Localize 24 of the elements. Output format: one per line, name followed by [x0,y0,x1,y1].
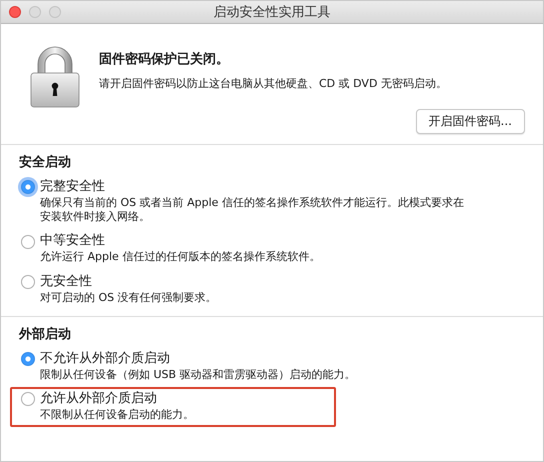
section-heading: 外部启动 [19,326,72,343]
section-heading: 安全启动 [19,154,72,171]
option-label: 无安全性 [40,274,92,291]
option-label: 完整安全性 [40,179,105,196]
option-description: 不限制从任何设备启动的能力。 [40,408,194,422]
enable-firmware-password-button[interactable]: 开启固件密码... [416,109,525,134]
radio-button[interactable] [21,392,35,406]
option-label: 允许从外部介质启动 [40,391,157,408]
zoom-button[interactable] [49,6,61,18]
radio-button[interactable] [21,275,35,290]
option-description: 对可启动的 OS 没有任何强制要求。 [40,290,218,305]
option-label: 不允许从外部介质启动 [40,350,170,368]
option-description: 允许运行 Apple 信任过的任何版本的签名操作系统软件。 [40,250,322,265]
padlock-icon [29,46,81,108]
minimize-button[interactable] [29,6,41,18]
status-heading: 固件密码保护已关闭。 [99,50,230,68]
radio-button[interactable] [21,234,35,249]
option-description: 确保只有当前的 OS 或者当前 Apple 信任的签名操作系统软件才能运行。此模式要求在安装软件时接入网络。 [40,196,465,224]
close-button[interactable] [9,6,21,18]
option-label: 中等安全性 [40,233,105,250]
radio-button[interactable] [21,352,35,366]
option-description: 限制从任何设备（例如 USB 驱动器和雷雳驱动器）启动的能力。 [40,368,357,382]
window-title: 启动安全性实用工具 [214,4,330,21]
status-description: 请开启固件密码以防止这台电脑从其他硬盘、CD 或 DVD 无密码启动。 [99,76,448,91]
